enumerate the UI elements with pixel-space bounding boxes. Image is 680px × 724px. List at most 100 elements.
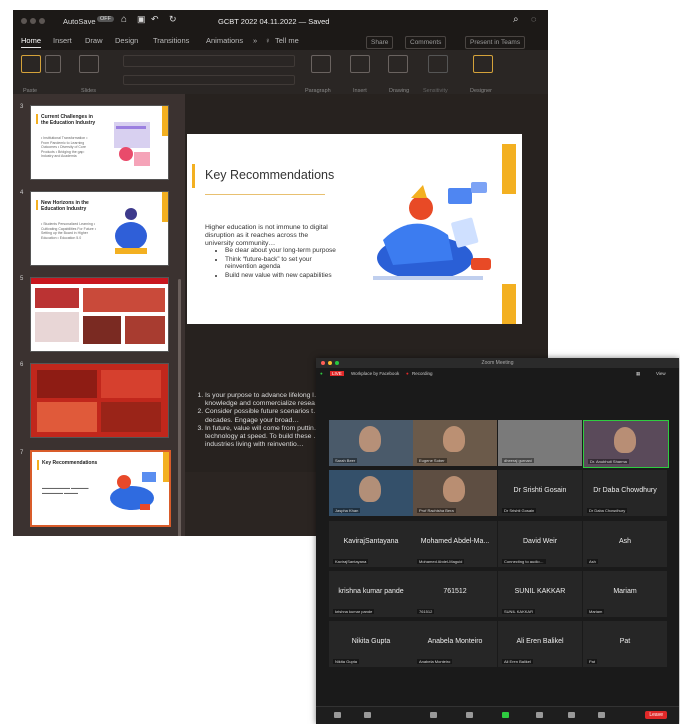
designer-icon[interactable] [473, 55, 493, 73]
participant-tile[interactable]: Nikita Gupta Nikita Gupta [329, 621, 413, 667]
microphone-icon[interactable] [334, 712, 341, 718]
participant-tile[interactable]: dheeraj gurnani [498, 420, 582, 466]
present-in-teams-button[interactable]: Present in Teams [465, 36, 526, 49]
participant-label: Nikita Gupta [333, 659, 360, 664]
zoom-window-button[interactable] [39, 18, 45, 24]
participants-icon[interactable] [430, 712, 437, 718]
participant-tile[interactable]: Mohamed Abdel-Ma... Mohamed Abdel-Maguid [413, 521, 497, 567]
search-icon[interactable]: ⌕ [513, 14, 519, 25]
drawing-icon[interactable] [388, 55, 408, 73]
participant-label: Dr Srishti Gosain [502, 508, 537, 513]
participant-tile[interactable]: Anabela Monteiro Anabela Monteiro [413, 621, 497, 667]
zoom-window-button[interactable] [335, 361, 339, 365]
tab-home[interactable]: Home [21, 36, 42, 48]
participant-tile[interactable]: Pat Pat [583, 621, 667, 667]
lightbulb-icon: ♀ [265, 36, 271, 45]
participant-label: Mariam [587, 609, 605, 614]
more-tabs-icon[interactable]: » [253, 36, 257, 45]
participant-tile[interactable]: Prof Rachisha Bera [413, 470, 497, 516]
participant-name: Mohamed Abdel-Ma... [420, 538, 490, 545]
participant-label: Pat [587, 659, 598, 664]
close-window-button[interactable] [21, 18, 27, 24]
record-icon[interactable] [536, 712, 543, 718]
tab-animations[interactable]: Animations [206, 36, 243, 45]
leave-button[interactable]: Leave [645, 711, 667, 719]
participant-tile[interactable]: Dr Srishti Gosain Dr Srishti Gosain [498, 470, 582, 516]
participant-name: SUNIL KAKKAR [514, 588, 566, 595]
tab-transitions[interactable]: Transitions [153, 36, 189, 45]
slide-thumbnail-4[interactable]: New Horizons in the Education Industry •… [30, 191, 169, 266]
autosave-toggle[interactable]: OFF [97, 16, 114, 22]
thumb-title: Current Challenges in the Education Indu… [41, 114, 96, 126]
insert-shape-icon[interactable] [350, 55, 370, 73]
live-badge[interactable]: LIVE [330, 371, 344, 376]
slide-title: Key Recommendations [205, 168, 335, 182]
apps-icon[interactable] [598, 712, 605, 718]
participant-name: Dr Srishti Gosain [513, 487, 567, 494]
participant-tile[interactable]: Jaspha Khan [329, 470, 413, 516]
home-icon[interactable]: ⌂ [121, 14, 127, 25]
share-screen-icon[interactable] [502, 712, 509, 718]
paste-icon[interactable] [21, 55, 41, 73]
slide-thumbnail-7[interactable]: Key Recommendations ▬▬▬▬▬▬▬▬ ▬▬▬▬▬ ▬▬▬▬▬… [30, 450, 171, 527]
thumbnail-scrollbar[interactable] [178, 279, 181, 536]
participant-tile[interactable]: Mariam Mariam [583, 571, 667, 617]
autosave-label: AutoSave [63, 17, 96, 26]
tab-draw[interactable]: Draw [85, 36, 103, 45]
reactions-icon[interactable] [568, 712, 575, 718]
participant-tile[interactable]: Dr Daba Chowdhury Dr Daba Chowdhury [583, 470, 667, 516]
current-slide[interactable]: Key Recommendations Higher education is … [187, 134, 522, 324]
account-icon[interactable]: ◌ [531, 14, 536, 24]
save-icon[interactable]: ▣ [137, 14, 146, 25]
participant-label: Jaspha Khan [333, 508, 361, 513]
person-illustration-icon [115, 208, 147, 254]
key-recommendations-illustration-icon [110, 472, 156, 510]
participant-tile[interactable]: KavirajSantayana KavirajSantayana [329, 521, 413, 567]
tab-insert[interactable]: Insert [53, 36, 72, 45]
participant-video [443, 476, 465, 502]
chat-icon[interactable] [466, 712, 473, 718]
grid-icon[interactable]: ▦ [636, 371, 640, 377]
undo-icon[interactable]: ↶ [151, 14, 159, 25]
participant-tile[interactable]: Ali Eren Balikel Ali Eren Balikel [498, 621, 582, 667]
participant-label: Eugene Sober [417, 458, 447, 463]
participant-tile[interactable]: Sarah Beer [329, 420, 413, 466]
participant-label: Sarah Beer [333, 458, 358, 463]
shield-icon[interactable]: ● [320, 371, 323, 376]
tell-me-field[interactable]: Tell me [275, 36, 299, 45]
participant-tile[interactable]: Dr. Anubhuti Sharma [583, 420, 669, 468]
paragraph-icon[interactable] [311, 55, 331, 73]
font-format-controls[interactable] [123, 75, 295, 85]
copy-icon[interactable] [45, 55, 61, 73]
accent-bar-bottom [502, 284, 516, 324]
view-button[interactable]: View [656, 371, 666, 376]
comments-button[interactable]: Comments [405, 36, 447, 49]
participant-tile[interactable]: Ash Ash [583, 521, 667, 567]
new-slide-icon[interactable] [79, 55, 99, 73]
thumb-number: 7 [20, 450, 24, 456]
font-name-select[interactable] [123, 55, 295, 67]
zoom-status-bar: ● LIVE Workplace by Facebook ● Recording… [316, 368, 679, 380]
ribbon-tabs: Home Insert Draw Design Transitions Anim… [13, 32, 548, 50]
speaker-notes[interactable]: Is your purpose to advance lifelong l… k… [185, 392, 340, 472]
slide-thumbnail-5[interactable] [30, 277, 169, 352]
participant-tile[interactable]: 761512 761512 [413, 571, 497, 617]
tab-design[interactable]: Design [115, 36, 138, 45]
participant-tile[interactable]: krishna kumar pande krishna kumar pande [329, 571, 413, 617]
participant-name: David Weir [522, 538, 558, 545]
thumb-bullets: • Students Personalized Learning • Culti… [41, 222, 96, 240]
close-window-button[interactable] [321, 361, 325, 365]
slide-thumbnail-3[interactable]: Current Challenges in the Education Indu… [30, 105, 169, 180]
ribbon-toolbar: Paste Slides Paragraph Insert Drawing Se… [13, 50, 548, 95]
slide-thumbnail-6[interactable] [30, 363, 169, 438]
participant-tile[interactable]: Eugene Sober [413, 420, 497, 466]
participant-tile[interactable]: David Weir Connecting to audio… [498, 521, 582, 567]
redo-icon[interactable]: ↻ [169, 14, 177, 25]
participant-tile[interactable]: SUNIL KAKKAR SUNIL KAKKAR [498, 571, 582, 617]
share-button[interactable]: Share [366, 36, 394, 49]
participant-label: krishna kumar pande [333, 609, 375, 614]
video-icon[interactable] [364, 712, 371, 718]
minimize-window-button[interactable] [328, 361, 332, 365]
minimize-window-button[interactable] [30, 18, 36, 24]
sensitivity-icon[interactable] [428, 55, 448, 73]
